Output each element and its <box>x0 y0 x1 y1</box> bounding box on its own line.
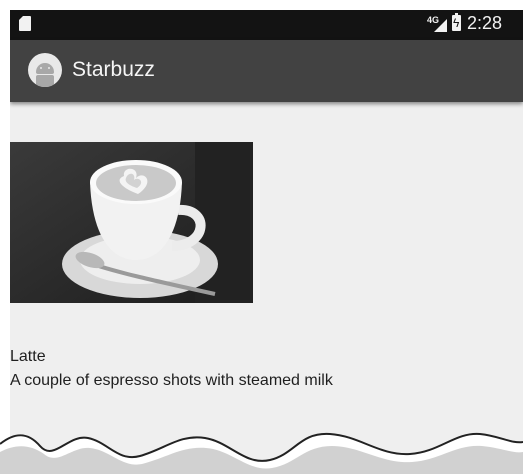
status-clock: 2:28 <box>467 13 503 33</box>
android-head-icon <box>36 63 54 74</box>
android-body-icon <box>36 75 54 87</box>
app-bar: Starbuzz <box>10 40 523 102</box>
battery-charging-icon <box>452 13 461 31</box>
phone-screen: 4G 2:28 Starbuzz <box>10 10 523 474</box>
sd-card-icon <box>19 16 31 31</box>
status-bar: 4G 2:28 <box>10 10 523 40</box>
latte-cup-image <box>10 142 253 303</box>
status-indicators: 4G 2:28 <box>427 10 523 40</box>
signal-icon <box>434 19 447 32</box>
drink-description: A couple of espresso shots with steamed … <box>10 372 333 389</box>
app-title: Starbuzz <box>72 58 155 81</box>
drink-name: Latte <box>10 348 46 365</box>
torn-page-edge <box>0 432 523 474</box>
android-app-icon[interactable] <box>28 53 62 87</box>
